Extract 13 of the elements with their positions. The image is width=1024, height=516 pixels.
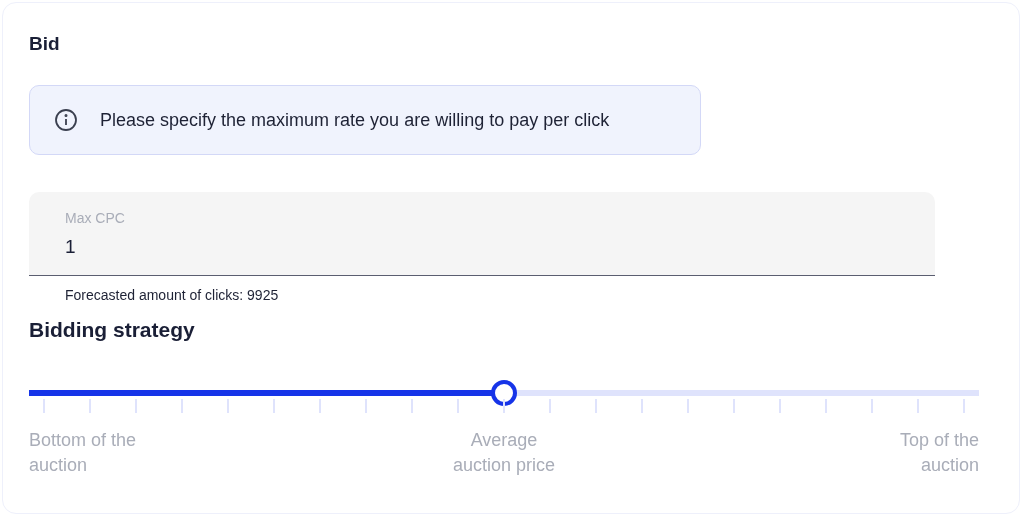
field-label: Max CPC	[65, 209, 126, 227]
section-title: Bid	[29, 32, 61, 56]
slider-thumb[interactable]	[491, 380, 517, 406]
field-value: 1	[65, 235, 77, 259]
helper-text: Forecasted amount of clicks: 9925	[65, 286, 280, 304]
slider-label: Top of the auction	[898, 429, 979, 477]
slider-label: Average auction price	[451, 429, 557, 477]
info-icon	[54, 108, 78, 132]
max-cpc-field[interactable]: Max CPC 1	[29, 192, 935, 276]
slider-label: Bottom of the auction	[29, 429, 138, 477]
section-title: Bidding strategy	[29, 317, 196, 343]
info-text: Please specify the maximum rate you are willing to pay per click	[100, 108, 610, 132]
slider[interactable]	[29, 380, 979, 406]
